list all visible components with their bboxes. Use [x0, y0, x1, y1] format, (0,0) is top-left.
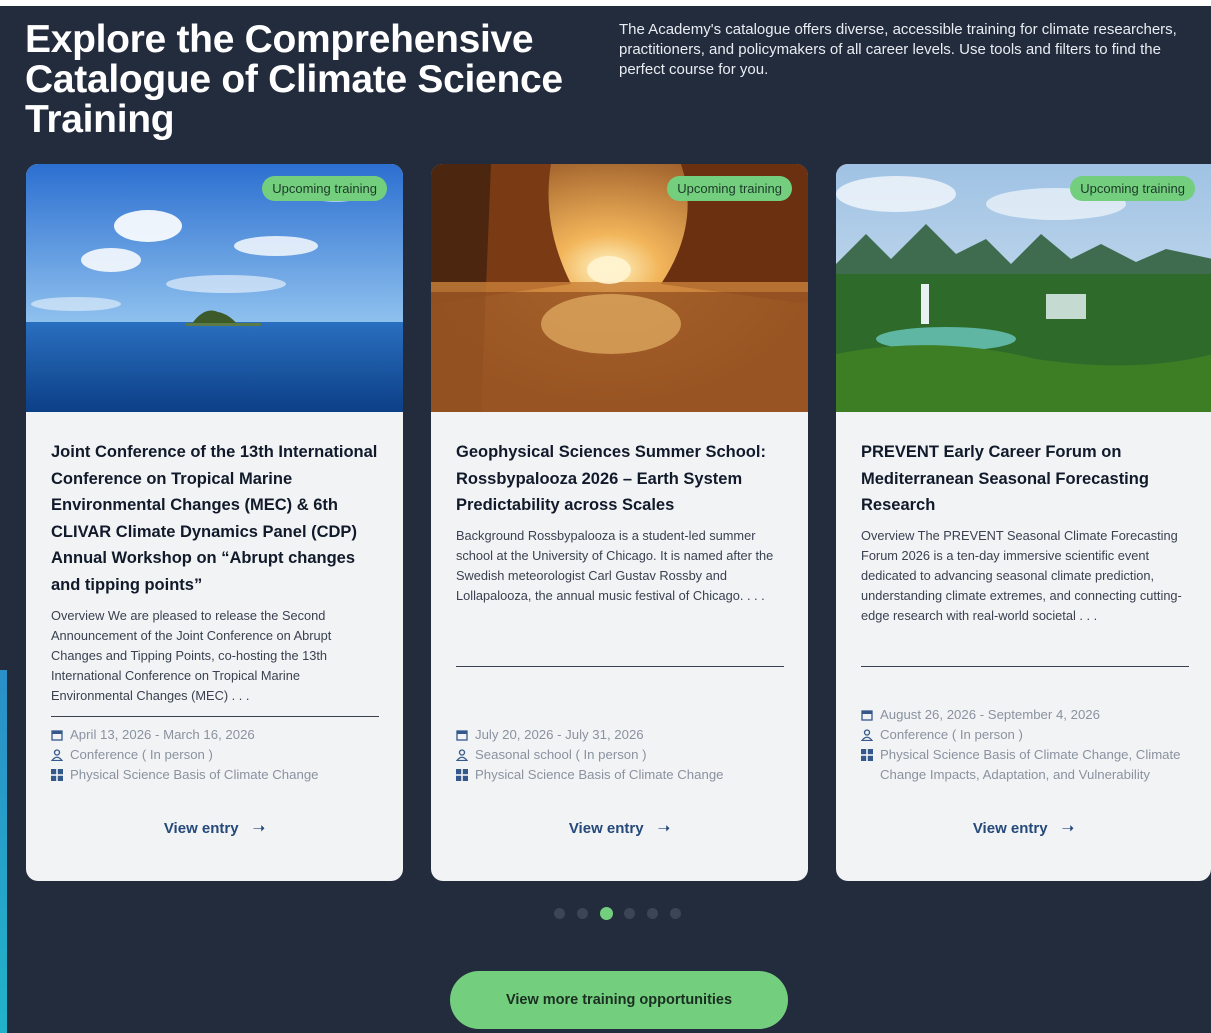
card-divider	[456, 666, 784, 667]
arrow-right-icon: ➝	[252, 820, 266, 837]
card-meta: April 13, 2026 - March 16, 2026 Conferen…	[51, 725, 386, 785]
arrow-right-icon: ➝	[1061, 820, 1075, 837]
card-topics: Physical Science Basis of Climate Change…	[880, 747, 1181, 782]
calendar-icon	[51, 729, 63, 741]
card-meta: July 20, 2026 - July 31, 2026 Seasonal s…	[456, 725, 791, 785]
carousel-dot[interactable]	[554, 908, 565, 919]
card-dates: August 26, 2026 - September 4, 2026	[880, 707, 1100, 722]
carousel-dot-active[interactable]	[600, 907, 613, 920]
card-description: Overview We are pleased to release the S…	[51, 608, 332, 703]
view-entry-label: View entry	[163, 820, 239, 837]
card-type: Conference ( In person )	[880, 727, 1023, 742]
card-title[interactable]: Geophysical Sciences Summer School: Ross…	[456, 439, 788, 519]
upcoming-badge: Upcoming training	[667, 176, 792, 201]
view-entry-label: View entry	[972, 820, 1048, 837]
grid-icon	[51, 769, 63, 781]
upcoming-badge: Upcoming training	[1070, 176, 1195, 201]
card-title[interactable]: Joint Conference of the 13th Internation…	[51, 439, 383, 599]
carousel-dot[interactable]	[670, 908, 681, 919]
grid-icon	[456, 769, 468, 781]
carousel-dot[interactable]	[647, 908, 658, 919]
card-divider	[861, 666, 1189, 667]
card-title[interactable]: PREVENT Early Career Forum on Mediterran…	[861, 439, 1193, 519]
card-topics: Physical Science Basis of Climate Change	[475, 767, 724, 782]
view-entry-label: View entry	[568, 820, 644, 837]
person-icon	[51, 749, 63, 761]
card-type: Conference ( In person )	[70, 747, 213, 762]
grid-icon	[861, 749, 873, 761]
training-card[interactable]: Upcoming training PREVENT Early Career F…	[836, 164, 1211, 881]
view-entry-link[interactable]: View entry ➝	[836, 819, 1211, 837]
card-topics: Physical Science Basis of Climate Change	[70, 767, 319, 782]
card-meta: August 26, 2026 - September 4, 2026 Conf…	[861, 705, 1196, 785]
carousel-dot[interactable]	[624, 908, 635, 919]
view-entry-link[interactable]: View entry ➝	[431, 819, 808, 837]
card-divider	[51, 716, 379, 717]
view-entry-link[interactable]: View entry ➝	[26, 819, 403, 837]
intro-text: The Academy's catalogue offers diverse, …	[619, 21, 1177, 78]
person-icon	[456, 749, 468, 761]
karst-waterfall-photo	[836, 164, 1211, 412]
view-more-button[interactable]: View more training opportunities	[450, 971, 788, 1029]
training-card[interactable]: Upcoming training Geophysical Sciences S…	[431, 164, 808, 881]
top-strip	[0, 0, 1211, 6]
card-description: Overview The PREVENT Seasonal Climate Fo…	[861, 528, 1182, 623]
side-accent-bar	[0, 670, 7, 1033]
ocean-island-photo	[26, 164, 403, 412]
autumn-lake-sunset-photo	[431, 164, 808, 412]
upcoming-badge: Upcoming training	[262, 176, 387, 201]
training-card[interactable]: Upcoming training Joint Conference of th…	[26, 164, 403, 881]
card-dates: April 13, 2026 - March 16, 2026	[70, 727, 255, 742]
calendar-icon	[456, 729, 468, 741]
card-dates: July 20, 2026 - July 31, 2026	[475, 727, 644, 742]
arrow-right-icon: ➝	[657, 820, 671, 837]
card-description: Background Rossbypalooza is a student-le…	[456, 528, 774, 603]
calendar-icon	[861, 709, 873, 721]
person-icon	[861, 729, 873, 741]
page-title: Explore the Comprehensive Catalogue of C…	[25, 18, 563, 141]
card-type: Seasonal school ( In person )	[475, 747, 647, 762]
carousel-dot[interactable]	[577, 908, 588, 919]
